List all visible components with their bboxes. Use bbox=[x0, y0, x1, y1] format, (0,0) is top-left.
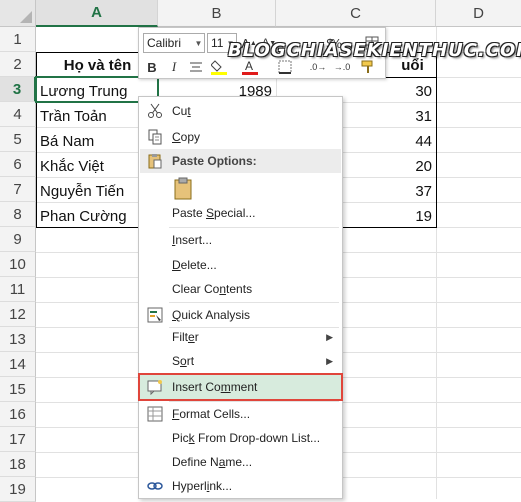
watermark-logo: BLOGCHIASEKIENTHUC.COM bbox=[228, 40, 521, 61]
row-header-14[interactable]: 14 bbox=[0, 352, 36, 377]
hyperlink-icon bbox=[146, 477, 164, 495]
menu-item-label: Copy bbox=[172, 130, 201, 144]
row-header-5[interactable]: 5 bbox=[0, 127, 36, 152]
comment-icon bbox=[146, 378, 164, 396]
format-cells-icon bbox=[146, 405, 164, 423]
menu-item-label: Clear Contents bbox=[172, 282, 253, 296]
menu-item-sort[interactable]: Sort ▶ bbox=[140, 349, 341, 373]
row-header-15[interactable]: 15 bbox=[0, 377, 36, 402]
row-header-1[interactable]: 1 bbox=[0, 27, 36, 52]
font-name-select[interactable]: Calibri ▼ bbox=[143, 33, 205, 53]
menu-item-pick-from-dropdown[interactable]: Pick From Drop-down List... bbox=[140, 426, 341, 450]
row-header-9[interactable]: 9 bbox=[0, 227, 36, 252]
menu-item-label: Paste Special... bbox=[172, 206, 256, 220]
menu-item-label: Delete... bbox=[172, 258, 217, 272]
quick-analysis-icon bbox=[146, 306, 164, 324]
menu-item-label: Cut bbox=[172, 104, 191, 118]
cell-c7[interactable]: 37 bbox=[343, 179, 436, 204]
menu-item-insert-comment[interactable]: Insert Comment bbox=[138, 373, 343, 401]
column-header-a[interactable]: A bbox=[36, 0, 158, 27]
row-header-10[interactable]: 10 bbox=[0, 252, 36, 277]
menu-item-copy[interactable]: Copy bbox=[140, 125, 341, 149]
row-header-11[interactable]: 11 bbox=[0, 277, 36, 302]
cell-c8[interactable]: 19 bbox=[343, 204, 436, 229]
paste-options-header: Paste Options: bbox=[140, 149, 341, 173]
menu-item-hyperlink[interactable]: Hyperlink... bbox=[140, 474, 341, 498]
menu-item-define-name[interactable]: Define Name... bbox=[140, 450, 341, 474]
chevron-down-icon: ▼ bbox=[194, 38, 203, 48]
menu-item-label: Insert... bbox=[172, 233, 213, 247]
menu-item-label: Format Cells... bbox=[172, 407, 251, 421]
row-header-17[interactable]: 17 bbox=[0, 427, 36, 452]
submenu-arrow-icon: ▶ bbox=[326, 331, 333, 342]
font-name-value: Calibri bbox=[147, 36, 182, 50]
row-header-19[interactable]: 19 bbox=[0, 477, 36, 502]
cell-c6[interactable]: 20 bbox=[343, 154, 436, 179]
menu-item-format-cells[interactable]: Format Cells... bbox=[140, 402, 341, 426]
row-header-12[interactable]: 12 bbox=[0, 302, 36, 327]
bold-button[interactable]: B bbox=[143, 57, 161, 77]
row-header-8[interactable]: 8 bbox=[0, 202, 36, 227]
paste-icon bbox=[146, 152, 164, 170]
row-header-3[interactable]: 3 bbox=[0, 77, 36, 102]
row-header-6[interactable]: 6 bbox=[0, 152, 36, 177]
menu-item-cut[interactable]: Cut bbox=[140, 99, 341, 123]
menu-item-label: Quick Analysis bbox=[172, 308, 251, 322]
menu-item-label: Insert Comment bbox=[172, 380, 258, 394]
copy-icon bbox=[146, 128, 164, 146]
menu-item-label: Filter bbox=[172, 330, 199, 344]
menu-item-paste-special[interactable]: Paste Special... bbox=[140, 201, 341, 225]
select-all-corner[interactable] bbox=[0, 0, 36, 27]
menu-item-label: Define Name... bbox=[172, 455, 253, 469]
menu-item-quick-analysis[interactable]: Quick Analysis bbox=[140, 303, 341, 327]
menu-item-clear-contents[interactable]: Clear Contents bbox=[140, 277, 341, 301]
menu-item-insert[interactable]: Insert... bbox=[140, 228, 341, 252]
context-menu: Cut Copy Paste Options: Paste Special...… bbox=[138, 96, 343, 499]
menu-item-filter[interactable]: Filter ▶ bbox=[140, 325, 341, 349]
scissors-icon bbox=[146, 102, 164, 120]
cell-c5[interactable]: 44 bbox=[343, 129, 436, 154]
menu-item-label: Hyperlink... bbox=[172, 479, 233, 493]
column-header-c[interactable]: C bbox=[276, 0, 436, 27]
menu-item-delete[interactable]: Delete... bbox=[140, 253, 341, 277]
row-header-7[interactable]: 7 bbox=[0, 177, 36, 202]
cell-c3[interactable]: 30 bbox=[343, 79, 436, 104]
row-header-18[interactable]: 18 bbox=[0, 452, 36, 477]
menu-item-label: Pick From Drop-down List... bbox=[172, 431, 321, 445]
column-header-d[interactable]: D bbox=[436, 0, 521, 27]
row-header-16[interactable]: 16 bbox=[0, 402, 36, 427]
align-center-icon[interactable] bbox=[187, 57, 205, 77]
font-size-value: 11 bbox=[211, 36, 224, 50]
italic-button[interactable]: I bbox=[165, 57, 183, 77]
svg-text:A: A bbox=[245, 59, 253, 73]
column-header-b[interactable]: B bbox=[158, 0, 276, 27]
row-header-13[interactable]: 13 bbox=[0, 327, 36, 352]
row-header-4[interactable]: 4 bbox=[0, 102, 36, 127]
menu-item-label: Sort bbox=[172, 354, 195, 368]
submenu-arrow-icon: ▶ bbox=[326, 355, 333, 366]
cell-c4[interactable]: 31 bbox=[343, 104, 436, 129]
row-header-2[interactable]: 2 bbox=[0, 52, 36, 77]
